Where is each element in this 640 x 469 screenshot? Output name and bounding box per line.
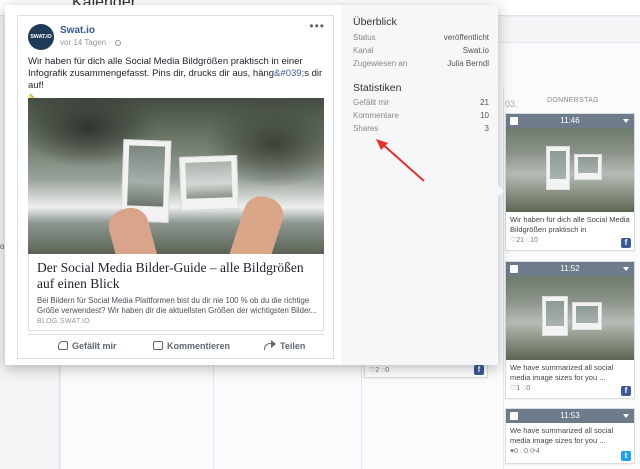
day-number: 03. [505,99,518,109]
statistics-heading: Statistiken [353,82,402,94]
stat-row-likes: Gefällt mir 21 [353,98,489,107]
post-card-text: We have summarized all social media imag… [510,363,614,382]
post-card-header: 11:46 [506,114,634,128]
polaroid-frame [546,146,570,190]
post-card[interactable]: 11:52 We have summarized all social medi… [505,261,635,399]
stat-value: 3 [484,124,489,133]
checkbox-icon[interactable] [510,117,518,125]
info-row-channel: Kanal Swat.io [353,46,489,55]
stat-label: Gefällt mir [353,98,390,107]
info-label: Kanal [353,46,374,55]
post-card-time: 11:46 [560,116,580,125]
post-info-panel: Überblick Status veröffentlicht Kanal Swat… [341,5,498,365]
facebook-icon: f [474,365,484,375]
sidebar-item[interactable]: o [0,242,4,251]
post-card-text: Wir haben für dich alle Social Media Bil… [510,215,630,234]
comment-icon [153,341,163,350]
page-name[interactable]: Swat.io [60,25,95,36]
dropdown-icon[interactable] [623,119,629,123]
avatar[interactable]: SWAT.IO [28,24,54,50]
post-card-time: 11:52 [560,264,580,273]
facebook-icon: f [621,238,631,248]
post-card-stats: ♡21 ◌10 [510,237,538,244]
stat-value: 21 [480,98,489,107]
link-description: Bei Bildern für Social Media Plattformen… [37,296,319,316]
post-detail-popup: SWAT.IO Swat.io vor 14 Tagen · ••• Wir h… [5,5,504,365]
checkbox-icon[interactable] [510,412,518,420]
link-preview[interactable]: Der Social Media Bilder-Guide – alle Bil… [28,254,324,331]
post-card-text: We have summarized all social media imag… [510,426,614,445]
post-text-tag[interactable]: &#039; [274,68,304,79]
stat-label: Kommentare [353,111,399,120]
post-card-time: 11:53 [560,411,580,420]
info-row-assignee: Zugewiesen an Julia Berndl [353,59,489,68]
share-button[interactable]: Teilen [264,340,306,351]
stat-row-shares: Shares 3 [353,124,489,133]
share-icon [264,340,276,350]
link-preview-image[interactable] [28,98,324,254]
more-icon[interactable]: ••• [309,19,325,33]
dropdown-icon[interactable] [623,414,629,418]
polaroid-frame [179,155,239,211]
stat-label: Shares [353,124,379,133]
link-title[interactable]: Der Social Media Bilder-Guide – alle Bil… [37,260,319,292]
twitter-icon: t [621,451,631,461]
post-actions: Gefällt mir Kommentieren Teilen [28,334,324,358]
facebook-icon: f [621,386,631,396]
info-value: Swat.io [462,46,489,55]
like-icon [58,341,68,350]
info-label: Zugewiesen an [353,59,408,68]
checkbox-icon[interactable] [510,265,518,273]
polaroid-frame [542,296,568,336]
stat-value: 10 [480,111,489,120]
column-divider [503,87,504,469]
popup-pointer [498,185,504,197]
polaroid-frame [572,302,602,330]
link-description-line: Größe verwendest? Wir haben dir die aktu… [37,306,317,315]
share-label: Teilen [280,341,306,351]
post-time: vor 14 Tagen · [60,38,122,47]
post-card-image [506,276,634,360]
comment-button[interactable]: Kommentieren [153,341,230,351]
post-card[interactable]: 11:53 We have summarized all social medi… [505,408,635,464]
post-card-stats: ♡1 ◌0 [510,385,531,392]
post-card-image [506,128,634,212]
stat-row-comments: Kommentare 10 [353,111,489,120]
overview-heading: Überblick [353,16,397,28]
post-time-text: vor 14 Tagen · [60,38,111,47]
like-label: Gefällt mir [72,341,117,351]
info-value: Julia Berndl [447,59,489,68]
link-description-line: Bei Bildern für Social Media Plattformen… [37,296,310,305]
post-card[interactable]: 11:46 Wir haben für dich alle Social Med… [505,113,635,251]
post-text-body: Wir haben für dich alle Social Media Bil… [28,56,303,79]
post-card-header: 11:53 [506,409,634,423]
like-button[interactable]: Gefällt mir [58,341,117,351]
link-domain: BLOG.SWAT.IO [37,318,90,325]
globe-icon [115,40,122,46]
comment-label: Kommentieren [167,341,231,351]
facebook-post-preview: SWAT.IO Swat.io vor 14 Tagen · ••• Wir h… [17,15,334,359]
day-header-thursday: DONNERSTAG [547,97,599,104]
polaroid-frame [574,154,602,180]
post-card-header: 11:52 [506,262,634,276]
info-label: Status [353,33,376,42]
info-row-status: Status veröffentlicht [353,33,489,42]
post-card-stats: ♥0 ◌0 ⟳4 [510,448,540,455]
info-value: veröffentlicht [443,33,489,42]
dropdown-icon[interactable] [623,267,629,271]
